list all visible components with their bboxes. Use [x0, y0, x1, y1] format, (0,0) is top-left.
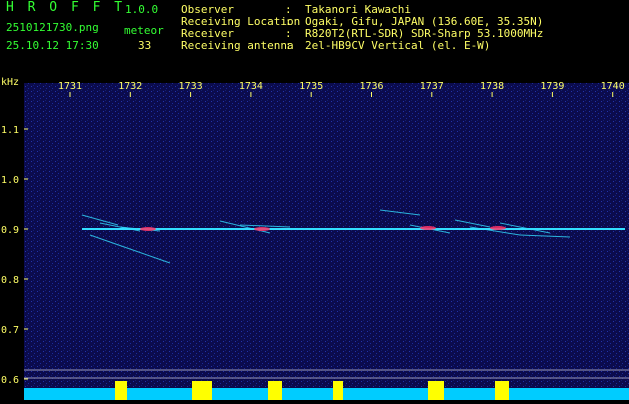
meteor-hotspot	[420, 226, 436, 230]
x-tick-label: 1739	[540, 81, 564, 92]
y-tick-label: 1.0	[1, 175, 19, 186]
y-tick-label: 0.8	[1, 275, 19, 286]
info-colon: :	[285, 39, 292, 52]
info-key: Receiving antenna	[181, 39, 294, 52]
y-tick-label: 0.9	[1, 225, 19, 236]
plot-background	[24, 83, 629, 400]
x-tick-label: 1740	[601, 81, 625, 92]
activity-burst	[115, 381, 127, 400]
x-tick-label: 1735	[299, 81, 323, 92]
activity-burst	[333, 381, 343, 400]
x-tick-label: 1732	[118, 81, 142, 92]
header-panel: H R O F F T 1.0.0 2510121730.png meteor …	[0, 0, 629, 75]
activity-burst	[495, 381, 509, 400]
y-tick-label: 0.6	[1, 375, 19, 386]
x-tick-label: 1734	[239, 81, 263, 92]
y-unit-label: kHz	[1, 77, 19, 88]
meteor-hotspot	[254, 227, 270, 231]
activity-burst	[192, 381, 212, 400]
x-tick-label: 1733	[179, 81, 203, 92]
y-tick-label: 0.7	[1, 325, 19, 336]
meteor-count-label: meteor	[124, 24, 164, 37]
activity-burst	[268, 381, 282, 400]
meteor-count-value: 33	[138, 39, 152, 52]
y-tick-label: 1.1	[1, 125, 19, 136]
info-value: 2el-HB9CV Vertical (el. E-W)	[305, 39, 491, 52]
x-tick-label: 1736	[359, 81, 383, 92]
app-title: H R O F F T	[6, 0, 126, 15]
meteor-hotspot	[490, 226, 506, 230]
spectrogram-canvas: kHz 1.1 1.0 0.9 0.8 0.7 0.6 1731 1732 1733 1734 1…	[1, 77, 629, 400]
file-name: 2510121730.png	[6, 21, 99, 34]
app-version: 1.0.0	[125, 3, 159, 16]
x-tick-label: 1737	[420, 81, 444, 92]
y-axis: 1.1 1.0 0.9 0.8 0.7 0.6	[1, 125, 28, 386]
activity-baseline	[24, 388, 629, 400]
activity-burst	[428, 381, 444, 400]
spectrogram: kHz 1.1 1.0 0.9 0.8 0.7 0.6 1731 1732 1733 1734 1…	[0, 75, 629, 400]
x-tick-label: 1731	[58, 81, 82, 92]
meteor-hotspot	[140, 227, 156, 231]
x-tick-label: 1738	[480, 81, 504, 92]
capture-date: 25.10.12 17:30	[6, 39, 99, 52]
